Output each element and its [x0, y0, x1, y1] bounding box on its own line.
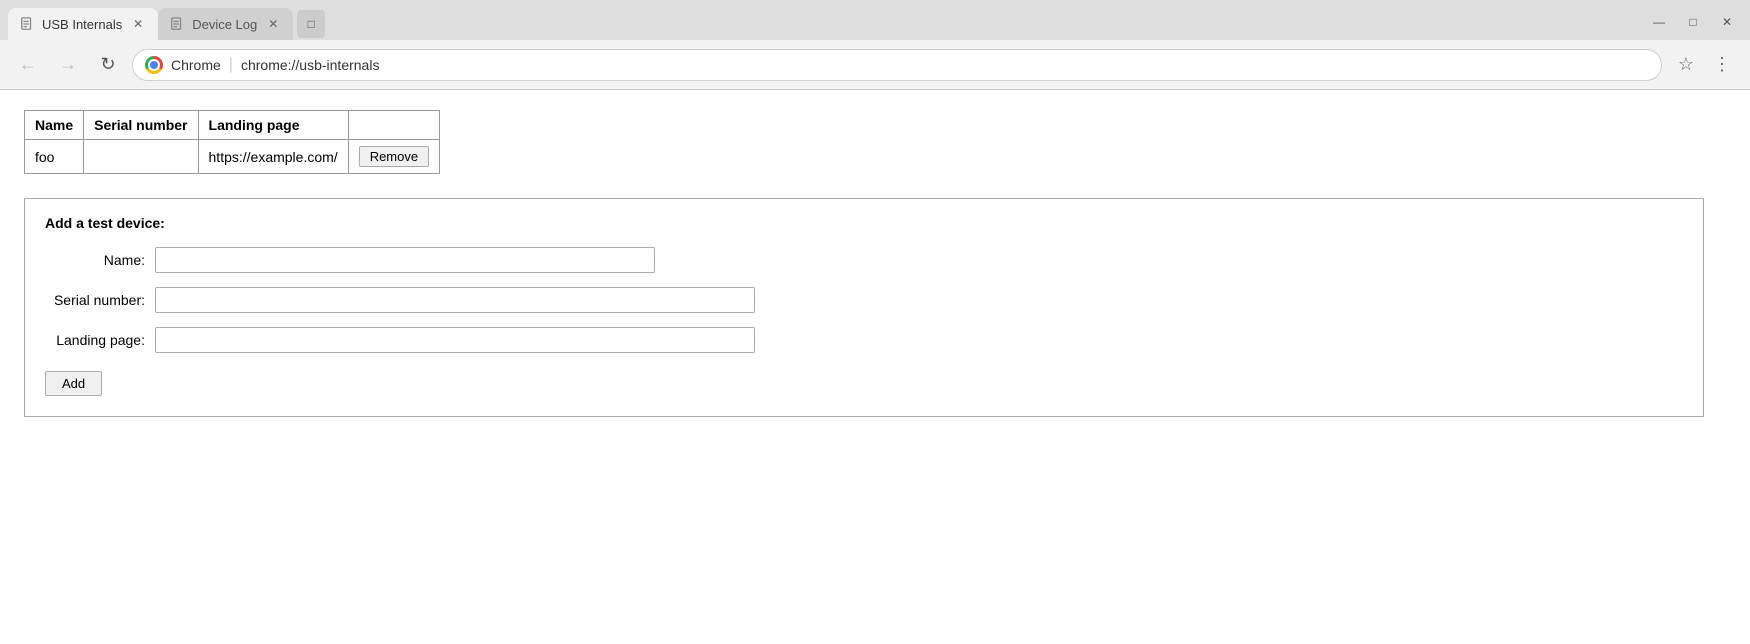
col-header-action: [348, 111, 439, 140]
page-content: Name Serial number Landing page foo http…: [0, 90, 1750, 644]
col-header-landing: Landing page: [198, 111, 348, 140]
forward-button[interactable]: →: [52, 49, 84, 81]
landing-label: Landing page:: [45, 332, 145, 348]
table-row: foo https://example.com/ Remove: [25, 140, 440, 174]
address-divider: |: [229, 56, 233, 74]
minimize-button[interactable]: —: [1644, 10, 1674, 34]
name-input[interactable]: [155, 247, 655, 273]
chrome-logo-icon: [145, 56, 163, 74]
address-bar[interactable]: Chrome | chrome://usb-internals: [132, 49, 1662, 81]
remove-button[interactable]: Remove: [359, 146, 429, 167]
new-tab-button[interactable]: □: [297, 10, 325, 38]
tab-close-button[interactable]: ✕: [130, 16, 146, 32]
bookmark-button[interactable]: ☆: [1670, 49, 1702, 81]
serial-form-row: Serial number:: [45, 287, 1683, 313]
add-button[interactable]: Add: [45, 371, 102, 396]
maximize-button[interactable]: □: [1678, 10, 1708, 34]
serial-number-input[interactable]: [155, 287, 755, 313]
serial-label: Serial number:: [45, 292, 145, 308]
chrome-name: Chrome: [171, 57, 221, 73]
reload-button[interactable]: ↻: [92, 49, 124, 81]
tab-device-log-close-button[interactable]: ✕: [265, 16, 281, 32]
title-bar: USB Internals ✕ Device Log ✕ □ — □ ✕: [0, 0, 1750, 40]
cell-name: foo: [25, 140, 84, 174]
add-device-section: Add a test device: Name: Serial number: …: [24, 198, 1704, 417]
cell-landing: https://example.com/: [198, 140, 348, 174]
cell-action: Remove: [348, 140, 439, 174]
window-controls: — □ ✕: [1644, 10, 1742, 40]
back-button[interactable]: ←: [12, 49, 44, 81]
devices-table: Name Serial number Landing page foo http…: [24, 110, 440, 174]
section-title: Add a test device:: [45, 215, 1683, 231]
landing-form-row: Landing page:: [45, 327, 1683, 353]
name-form-row: Name:: [45, 247, 1683, 273]
tab-device-log-label: Device Log: [192, 17, 257, 32]
tab-label: USB Internals: [42, 17, 122, 32]
landing-page-input[interactable]: [155, 327, 755, 353]
toolbar-actions: ☆ ⋮: [1670, 49, 1738, 81]
menu-button[interactable]: ⋮: [1706, 49, 1738, 81]
close-window-button[interactable]: ✕: [1712, 10, 1742, 34]
tab-usb-internals[interactable]: USB Internals ✕: [8, 8, 158, 40]
table-header-row: Name Serial number Landing page: [25, 111, 440, 140]
tab-page-icon: [20, 17, 34, 31]
tab-page-icon-2: [170, 17, 184, 31]
tab-device-log[interactable]: Device Log ✕: [158, 8, 293, 40]
toolbar: ← → ↻ Chrome | chrome://usb-internals ☆ …: [0, 40, 1750, 90]
cell-serial: [84, 140, 198, 174]
url-text: chrome://usb-internals: [241, 57, 380, 73]
col-header-serial: Serial number: [84, 111, 198, 140]
name-label: Name:: [45, 252, 145, 268]
col-header-name: Name: [25, 111, 84, 140]
